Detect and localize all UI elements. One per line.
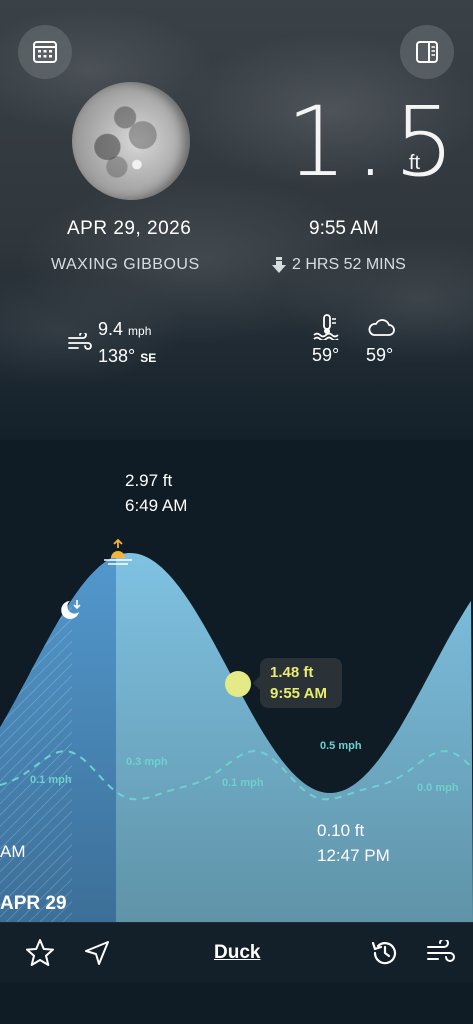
wind-label: 0.1 mph [30, 774, 72, 786]
current-tide-unit: ft [409, 152, 421, 174]
station-name[interactable]: Duck [214, 942, 260, 964]
tide-cursor[interactable] [225, 671, 251, 697]
sidebar-icon [416, 41, 438, 63]
cursor-tooltip: 1.48 ft 9:55 AM [253, 658, 342, 708]
arrow-down-icon [272, 257, 286, 273]
tide-countdown: 2 HRS 52 MINS [272, 256, 406, 274]
wind-speed: 9.4 mph [98, 319, 151, 340]
star-icon [26, 939, 54, 966]
home-indicator-area [0, 982, 473, 1024]
tide-chart[interactable] [0, 430, 473, 922]
wind-label: 0.0 mph [417, 782, 459, 794]
low-tide-height: 0.10 ft [317, 821, 365, 840]
moon-phase: WAXING GIBBOUS [51, 256, 200, 273]
sunrise-icon [104, 538, 132, 565]
low-tide-time: 12:47 PM [317, 846, 390, 865]
location-button[interactable] [81, 937, 113, 969]
current-time: 9:55 AM [309, 218, 379, 239]
wind-direction: 138° SE [98, 346, 156, 367]
location-arrow-icon [85, 941, 109, 965]
water-temperature: 59° [312, 345, 340, 365]
moon-image [72, 82, 190, 200]
favorite-button[interactable] [24, 937, 56, 969]
wind-label: 0.1 mph [222, 777, 264, 789]
history-icon [371, 941, 397, 965]
wind-speed-unit: mph [128, 324, 152, 338]
moon-date: APR 29, 2026 [67, 218, 192, 239]
wind-label: 0.5 mph [320, 740, 362, 752]
day-label: APR 29 [0, 893, 67, 914]
wind-icon [68, 333, 92, 350]
calendar-icon [33, 41, 57, 63]
history-button[interactable] [369, 937, 401, 969]
wind-speed-value: 9.4 [98, 319, 124, 339]
wind-direction-degrees: 138° [98, 346, 136, 366]
cursor-time: 9:55 AM [270, 685, 327, 702]
low-tide-label: 0.10 ft 12:47 PM [317, 818, 390, 868]
wind-direction-cardinal: SE [140, 351, 157, 365]
previous-tide-label: AM [0, 842, 26, 861]
high-tide-time: 6:49 AM [125, 496, 188, 515]
high-tide-label: 2.97 ft 6:49 AM [125, 468, 187, 518]
high-tide-height: 2.97 ft [125, 471, 173, 490]
wind-button[interactable] [425, 937, 457, 969]
bottom-toolbar: Duck [0, 922, 473, 983]
wind-icon [427, 940, 455, 962]
panel-button[interactable] [400, 25, 454, 79]
calendar-button[interactable] [18, 25, 72, 79]
countdown-text: 2 HRS 52 MINS [292, 256, 406, 273]
current-tide-height: 1.5 [286, 86, 463, 198]
cursor-height: 1.48 ft [270, 664, 314, 681]
air-temperature: 59° [366, 345, 394, 365]
water-thermometer-icon [313, 314, 339, 340]
wind-label: 0.3 mph [126, 756, 168, 768]
cloud-icon [368, 319, 395, 336]
